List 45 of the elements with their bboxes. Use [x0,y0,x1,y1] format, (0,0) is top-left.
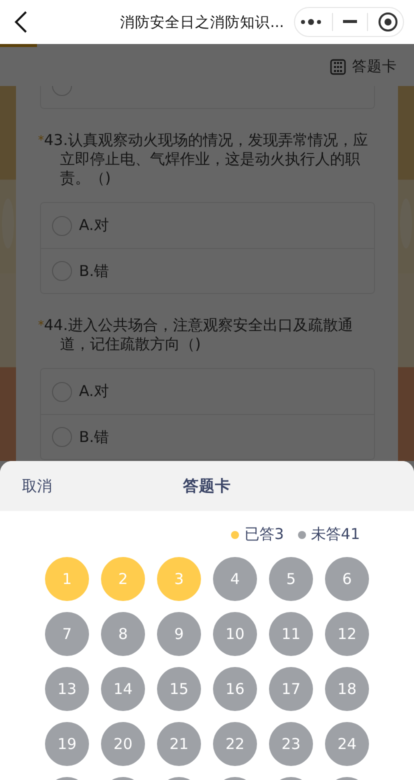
question-number[interactable]: 5 [269,557,313,601]
question-number[interactable]: 7 [45,612,89,656]
question-number[interactable]: 10 [213,612,257,656]
question-number[interactable]: 15 [157,667,201,711]
option-label: A.对 [79,216,109,235]
minimize-icon[interactable] [343,20,357,24]
question-number[interactable]: 13 [45,667,89,711]
question-number[interactable]: 17 [269,667,313,711]
question-number[interactable]: 14 [101,667,145,711]
question-text: *44.进入公共场合，注意观察安全出口及疏散通道，记住疏散方向（) [37,316,354,354]
close-icon[interactable] [378,12,398,32]
question-text: *43.认真观察动火现场的情况，发现弄常情况，应立即停止电、气焊作业，这是动火执行人的职责。（) [37,131,369,188]
sheet-title: 答题卡 [183,476,231,496]
question-number[interactable]: 4 [213,557,257,601]
cancel-button[interactable]: 取消 [22,476,52,496]
option-label: B.错 [79,262,110,280]
option-label: A.对 [79,382,109,401]
question-number[interactable]: 9 [157,612,201,656]
question-number[interactable]: 20 [101,722,145,766]
question-number[interactable]: 22 [213,722,257,766]
option-label: B.错 [79,428,110,446]
option-row[interactable]: B.错 [41,248,374,293]
back-icon[interactable] [14,11,28,33]
option-row[interactable]: A.对 [41,203,374,248]
page-title: 消防安全日之消防知识... [119,14,285,32]
question-number[interactable]: 16 [213,667,257,711]
grid-icon [330,58,346,74]
question-number[interactable]: 8 [101,612,145,656]
legend-label: 已答3 [244,525,284,544]
question-number[interactable]: 6 [325,557,369,601]
question-number[interactable]: 19 [45,722,89,766]
legend-label: 未答41 [310,525,360,544]
question-number[interactable]: 23 [269,722,313,766]
question-number[interactable]: 24 [325,722,369,766]
question-number[interactable]: 1 [45,557,89,601]
question-number[interactable]: 2 [101,557,145,601]
answer-card-button[interactable]: 答题卡 [330,57,397,76]
option-row[interactable]: A.对 [41,369,374,414]
question-number[interactable]: 21 [157,722,201,766]
more-icon[interactable] [300,18,322,26]
option-row[interactable]: B.错 [41,414,374,459]
question-number[interactable]: 12 [325,612,369,656]
question-number[interactable]: 11 [269,612,313,656]
question-number[interactable]: 18 [325,667,369,711]
question-number[interactable]: 3 [157,557,201,601]
